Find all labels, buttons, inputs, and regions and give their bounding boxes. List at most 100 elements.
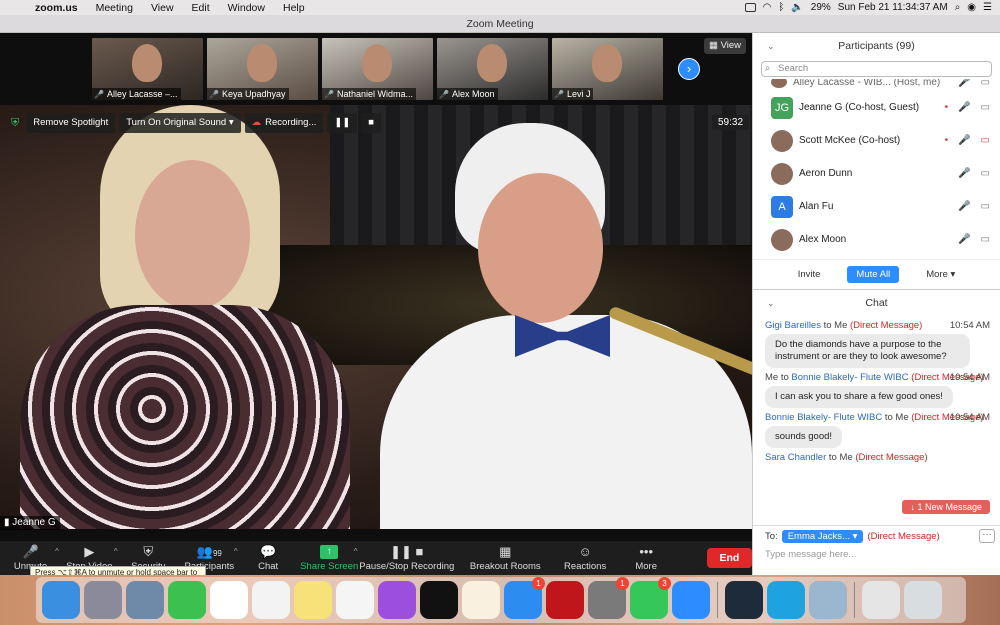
siri-icon[interactable]: ◉ bbox=[967, 2, 976, 13]
gallery-thumb[interactable]: 🎤 Nathaniel Widma... bbox=[322, 38, 433, 100]
podcasts-icon[interactable] bbox=[378, 581, 416, 619]
collapse-chevron-icon[interactable]: ⌄ bbox=[767, 290, 775, 316]
chrome-icon[interactable] bbox=[210, 581, 248, 619]
more-button[interactable]: ••• More bbox=[616, 544, 677, 572]
quicktime-icon[interactable] bbox=[725, 581, 763, 619]
sender[interactable]: Bonnie Blakely- Flute WIBC bbox=[765, 412, 882, 423]
share-screen-button[interactable]: ↑ Share Screen bbox=[299, 544, 360, 572]
menu-meeting[interactable]: Meeting bbox=[87, 2, 142, 14]
sender[interactable]: Gigi Bareilles bbox=[765, 320, 821, 331]
participant-row[interactable]: Scott McKee (Co-host) • 🎤 ▭ bbox=[753, 124, 1000, 157]
menu-edit[interactable]: Edit bbox=[183, 2, 219, 14]
video-camera-icon[interactable]: ▭ bbox=[981, 201, 990, 212]
mic-muted-icon[interactable]: 🎤 bbox=[958, 79, 970, 88]
battery-text[interactable]: 29% bbox=[811, 2, 831, 13]
breakout-rooms-button[interactable]: ▦ Breakout Rooms bbox=[456, 544, 555, 572]
chat-label: Chat bbox=[258, 560, 279, 572]
message-header: Me to Bonnie Blakely- Flute WIBC (Direct… bbox=[765, 372, 990, 383]
collapse-chevron-icon[interactable]: ⌄ bbox=[767, 33, 775, 59]
system-preferences-icon[interactable]: 1 bbox=[588, 577, 629, 619]
participant-row[interactable]: Aeron Dunn 🎤 ▭ bbox=[753, 157, 1000, 190]
gallery-thumb[interactable]: 🎤 Levi J bbox=[552, 38, 663, 100]
participants-count: 99 bbox=[212, 548, 222, 558]
shield-icon[interactable]: ⛨ bbox=[8, 113, 22, 133]
bluetooth-icon[interactable]: ᛒ bbox=[778, 2, 784, 13]
menu-help[interactable]: Help bbox=[274, 2, 314, 14]
participant-row[interactable]: A Alan Fu 🎤 ▭ bbox=[753, 190, 1000, 223]
music-icon[interactable] bbox=[336, 581, 374, 619]
next-page-button[interactable]: › bbox=[678, 58, 700, 80]
invite-button[interactable]: Invite bbox=[789, 266, 830, 283]
recipient[interactable]: Bonnie Blakely- Flute WIBC bbox=[791, 372, 908, 383]
music-folder-icon[interactable] bbox=[862, 581, 900, 619]
notes-icon[interactable] bbox=[294, 581, 332, 619]
app-store-icon[interactable]: 1 bbox=[504, 577, 545, 619]
gallery-thumb[interactable]: 🎤 Keya Upadhyay bbox=[207, 38, 318, 100]
thumb-label: 🎤 Levi J bbox=[552, 88, 594, 100]
participant-row[interactable]: JG Jeanne G (Co-host, Guest) • 🎤 ▭ bbox=[753, 91, 1000, 124]
recording-indicator[interactable]: ☁ Recording... bbox=[244, 113, 324, 133]
video-camera-icon[interactable]: ▭ bbox=[981, 234, 990, 245]
mic-muted-icon[interactable]: 🎤 bbox=[958, 135, 970, 146]
original-sound-button[interactable]: Turn On Original Sound ▾ bbox=[119, 113, 241, 133]
mic-muted-icon[interactable]: 🎤 bbox=[958, 234, 970, 245]
participant-row[interactable]: Alley Lacasse - WIB... (Host, me) 🎤 ▭ bbox=[753, 79, 1000, 91]
launchpad-icon[interactable] bbox=[84, 581, 122, 619]
image-capture-icon[interactable] bbox=[809, 581, 847, 619]
chat-compose: To: Emma Jacks... ▾ (Direct Message) ··· T… bbox=[753, 525, 1000, 575]
view-button[interactable]: ▦ View bbox=[704, 38, 746, 54]
mic-muted-icon[interactable]: 🎤 bbox=[958, 201, 970, 212]
mic-icon[interactable]: 🎤 bbox=[958, 102, 970, 113]
new-message-button[interactable]: ↓ 1 New Message bbox=[902, 500, 990, 514]
participant-video bbox=[592, 44, 622, 82]
more-options-icon[interactable]: ··· bbox=[979, 529, 995, 543]
gallery-thumb[interactable]: 🎤 Alley Lacasse –... bbox=[92, 38, 203, 100]
reactions-button[interactable]: ☺ Reactions bbox=[555, 544, 616, 572]
control-center-icon[interactable]: ☰ bbox=[983, 2, 992, 13]
sender[interactable]: Sara Chandler bbox=[765, 452, 826, 463]
recipient-select[interactable]: Emma Jacks... ▾ bbox=[781, 530, 864, 543]
menu-view[interactable]: View bbox=[142, 2, 183, 14]
zoom-status-icon[interactable] bbox=[744, 3, 756, 12]
finder-icon[interactable] bbox=[42, 581, 80, 619]
preview-icon[interactable] bbox=[126, 581, 164, 619]
stop-recording-button[interactable]: ■ bbox=[361, 113, 382, 133]
status-area: ◠ ᛒ 🔈 29% Sun Feb 21 11:34:37 AM ⌕ ◉ ☰ bbox=[744, 2, 1000, 13]
gallery-thumb[interactable]: 🎤 Alex Moon bbox=[437, 38, 548, 100]
video-camera-icon[interactable]: ▭ bbox=[981, 168, 990, 179]
remove-spotlight-button[interactable]: Remove Spotlight bbox=[26, 113, 116, 133]
shield-icon: ⛨ bbox=[143, 543, 154, 559]
chat-button[interactable]: 💬 Chat bbox=[238, 544, 299, 572]
acrobat-icon[interactable] bbox=[546, 581, 584, 619]
volume-icon[interactable]: 🔈 bbox=[791, 2, 803, 13]
spotlight-icon[interactable]: ⌕ bbox=[955, 2, 961, 13]
thumb-label: 🎤 Keya Upadhyay bbox=[207, 88, 289, 100]
mute-all-button[interactable]: Mute All bbox=[847, 266, 900, 283]
more-options-button[interactable]: More ▾ bbox=[917, 266, 964, 283]
skype-icon[interactable] bbox=[767, 581, 805, 619]
menu-app[interactable]: zoom.us bbox=[26, 2, 87, 14]
end-meeting-button[interactable]: End bbox=[706, 548, 753, 568]
search-placeholder: Search bbox=[778, 63, 809, 74]
participant-row[interactable]: Alex Moon 🎤 ▭ bbox=[753, 223, 1000, 256]
tv-icon[interactable] bbox=[420, 581, 458, 619]
zoom-icon[interactable] bbox=[672, 581, 710, 619]
messages-icon[interactable]: 3 bbox=[630, 577, 671, 619]
video-camera-icon[interactable]: ▭ bbox=[981, 102, 990, 113]
menu-window[interactable]: Window bbox=[219, 2, 274, 14]
participants-search-input[interactable]: ⌕ Search bbox=[761, 61, 992, 77]
wifi-icon[interactable]: ◠ bbox=[763, 2, 772, 13]
thumb-label: 🎤 Alley Lacasse –... bbox=[92, 88, 181, 100]
photos-icon[interactable] bbox=[252, 581, 290, 619]
pause-stop-recording-button[interactable]: ❚❚ ■ Pause/Stop Recording bbox=[358, 544, 457, 572]
clock[interactable]: Sun Feb 21 11:34:37 AM bbox=[838, 2, 948, 13]
trash-icon[interactable] bbox=[904, 581, 942, 619]
mic-muted-icon[interactable]: 🎤 bbox=[958, 168, 970, 179]
pages-icon[interactable] bbox=[462, 581, 500, 619]
video-off-icon[interactable]: ▭ bbox=[981, 135, 990, 146]
pause-recording-button[interactable]: ❚❚ bbox=[327, 113, 358, 133]
video-camera-icon[interactable]: ▭ bbox=[981, 79, 990, 88]
facetime-icon[interactable] bbox=[168, 581, 206, 619]
chat-input[interactable]: Type message here... bbox=[765, 549, 989, 560]
share-label: Share Screen bbox=[300, 560, 359, 572]
